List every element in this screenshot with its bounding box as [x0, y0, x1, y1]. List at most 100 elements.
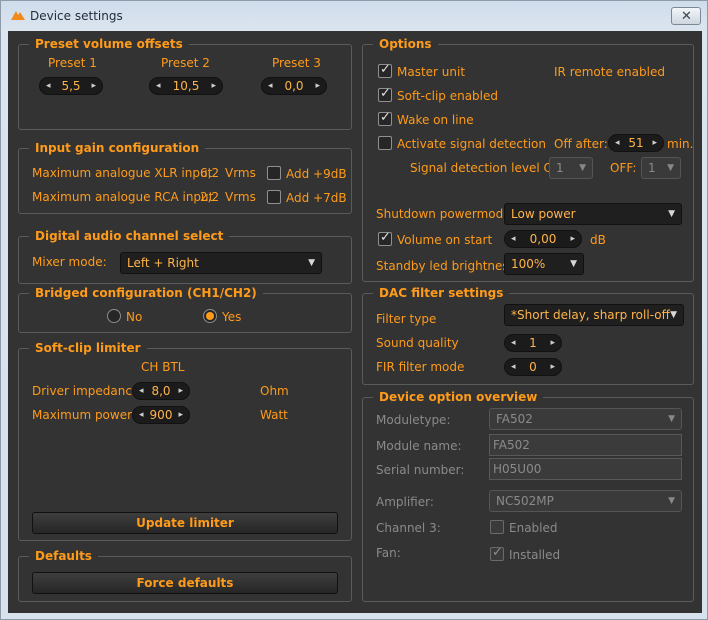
module-name-label: Module name: [376, 439, 462, 453]
title-bar: Device settings ✕ [1, 1, 707, 31]
mixer-mode-value: Left + Right [127, 256, 199, 270]
signal-detection-checkbox[interactable] [378, 136, 392, 150]
mixer-mode-select[interactable]: Left + Right ▼ [120, 252, 322, 274]
softclip-enabled-label: Soft-clip enabled [397, 89, 498, 103]
increment-icon[interactable]: ▸ [91, 78, 96, 94]
channel-3-label: Channel 3: [376, 521, 441, 535]
moduletype-label: Moduletype: [376, 413, 451, 427]
defaults-group: Defaults Force defaults [18, 549, 352, 602]
preset-3-label: Preset 3 [272, 56, 321, 70]
xlr-input-value: 6,2 [200, 166, 220, 180]
moduletype-value: FA502 [496, 412, 533, 426]
group-title: Digital audio channel select [29, 229, 230, 243]
update-limiter-button[interactable]: Update limiter [32, 512, 338, 534]
increment-icon[interactable]: ▸ [178, 383, 183, 399]
preset-1-spinner[interactable]: ◂ 5,5 ▸ [39, 77, 103, 95]
detection-level-label: Signal detection level ON: [410, 161, 566, 175]
shutdown-powermode-select[interactable]: Low power ▼ [504, 203, 682, 225]
softclip-limiter-group: Soft-clip limiter CH BTL Driver impedanc… [18, 341, 352, 541]
wake-on-line-checkbox[interactable] [378, 110, 392, 126]
bridged-group: Bridged configuration (CH1/CH2) No Yes [18, 286, 352, 333]
dac-filter-group: DAC filter settings Filter type *Short d… [362, 286, 694, 385]
force-defaults-button[interactable]: Force defaults [32, 572, 338, 594]
volume-on-start-label: Volume on start [397, 233, 493, 247]
group-title: Device option overview [373, 390, 544, 404]
filter-type-select[interactable]: *Short delay, sharp roll-off ▼ [504, 304, 684, 326]
bridged-yes-radio[interactable] [203, 309, 217, 323]
serial-number-label: Serial number: [376, 463, 465, 477]
increment-icon[interactable]: ▸ [178, 407, 183, 423]
increment-icon[interactable]: ▸ [570, 231, 575, 247]
module-name-field[interactable]: FA502 [489, 434, 682, 456]
xlr-input-unit: Vrms [225, 166, 256, 180]
driver-impedance-unit: Ohm [260, 384, 289, 398]
moduletype-select[interactable]: FA502 ▼ [489, 408, 682, 430]
bridged-no-radio[interactable] [107, 309, 121, 323]
increment-icon[interactable]: ▸ [211, 78, 216, 94]
xlr-add-checkbox[interactable] [267, 166, 281, 180]
close-button[interactable]: ✕ [671, 7, 701, 25]
amplifier-label: Amplifier: [376, 495, 434, 509]
group-title: DAC filter settings [373, 286, 510, 300]
xlr-add-label: Add +9dB [286, 167, 347, 181]
device-settings-window: Device settings ✕ Preset volume offsets … [0, 0, 708, 620]
volume-on-start-unit: dB [590, 233, 606, 247]
group-title: Preset volume offsets [29, 37, 189, 51]
app-logo-icon [11, 11, 25, 20]
channel-3-option: Enabled [509, 521, 558, 535]
chevron-down-icon: ▼ [579, 163, 586, 173]
driver-impedance-spinner[interactable]: ◂ 8,0 ▸ [132, 382, 190, 400]
increment-icon[interactable]: ▸ [550, 359, 555, 375]
increment-icon[interactable]: ▸ [315, 78, 320, 94]
filter-type-label: Filter type [376, 312, 437, 326]
bridged-no-label: No [126, 310, 143, 324]
wake-on-line-label: Wake on line [397, 113, 474, 127]
detection-off-select[interactable]: 1 ▼ [641, 157, 681, 179]
digital-audio-group: Digital audio channel select Mixer mode:… [18, 229, 352, 284]
ir-remote-status: IR remote enabled [554, 65, 665, 79]
maximum-power-spinner[interactable]: ◂ 900 ▸ [132, 406, 190, 424]
bridged-yes-label: Yes [222, 310, 242, 324]
detection-on-value: 1 [556, 161, 564, 175]
detection-off-value: 1 [648, 161, 656, 175]
amplifier-select[interactable]: NC502MP ▼ [489, 490, 682, 512]
increment-icon[interactable]: ▸ [550, 335, 555, 351]
volume-on-start-spinner[interactable]: ◂ 0,00 ▸ [504, 230, 582, 248]
chevron-down-icon: ▼ [668, 209, 675, 219]
close-icon: ✕ [681, 9, 692, 24]
shutdown-powermode-value: Low power [511, 207, 576, 221]
rca-add-checkbox[interactable] [267, 190, 281, 204]
preset-3-spinner[interactable]: ◂ 0,0 ▸ [261, 77, 327, 95]
preset-volume-group: Preset volume offsets Preset 1 ◂ 5,5 ▸ P… [18, 37, 352, 130]
channel-3-checkbox[interactable] [490, 520, 504, 534]
input-gain-group: Input gain configuration Maximum analogu… [18, 141, 352, 214]
chevron-down-icon: ▼ [668, 496, 675, 506]
fan-checkbox[interactable] [490, 545, 504, 561]
increment-icon[interactable]: ▸ [652, 135, 657, 151]
sound-quality-spinner[interactable]: ◂ 1 ▸ [504, 334, 562, 352]
chevron-down-icon: ▼ [668, 414, 675, 424]
serial-number-field[interactable]: H05U00 [489, 458, 682, 480]
maximum-power-unit: Watt [260, 408, 288, 422]
shutdown-powermode-label: Shutdown powermode: [376, 207, 515, 221]
detection-on-select[interactable]: 1 ▼ [549, 157, 593, 179]
rca-input-label: Maximum analogue RCA input [32, 190, 214, 204]
fir-filter-mode-spinner[interactable]: ◂ 0 ▸ [504, 358, 562, 376]
mixer-mode-label: Mixer mode: [32, 255, 107, 269]
rca-input-value: 2,2 [200, 190, 220, 204]
maximum-power-label: Maximum power [32, 408, 133, 422]
volume-on-start-checkbox[interactable] [378, 230, 392, 246]
client-area: Preset volume offsets Preset 1 ◂ 5,5 ▸ P… [8, 31, 702, 613]
standby-led-label: Standby led brightness [376, 259, 515, 273]
amplifier-value: NC502MP [496, 494, 554, 508]
off-after-label: Off after: [554, 137, 608, 151]
filter-type-value: *Short delay, sharp roll-off [511, 308, 670, 322]
master-unit-checkbox[interactable] [378, 62, 392, 78]
driver-impedance-label: Driver impedance [32, 384, 140, 398]
preset-2-spinner[interactable]: ◂ 10,5 ▸ [149, 77, 223, 95]
off-after-spinner[interactable]: ◂ 51 ▸ [608, 134, 664, 152]
group-title: Soft-clip limiter [29, 341, 147, 355]
softclip-enabled-checkbox[interactable] [378, 86, 392, 102]
standby-led-select[interactable]: 100% ▼ [504, 253, 584, 275]
fir-filter-mode-label: FIR filter mode [376, 360, 465, 374]
